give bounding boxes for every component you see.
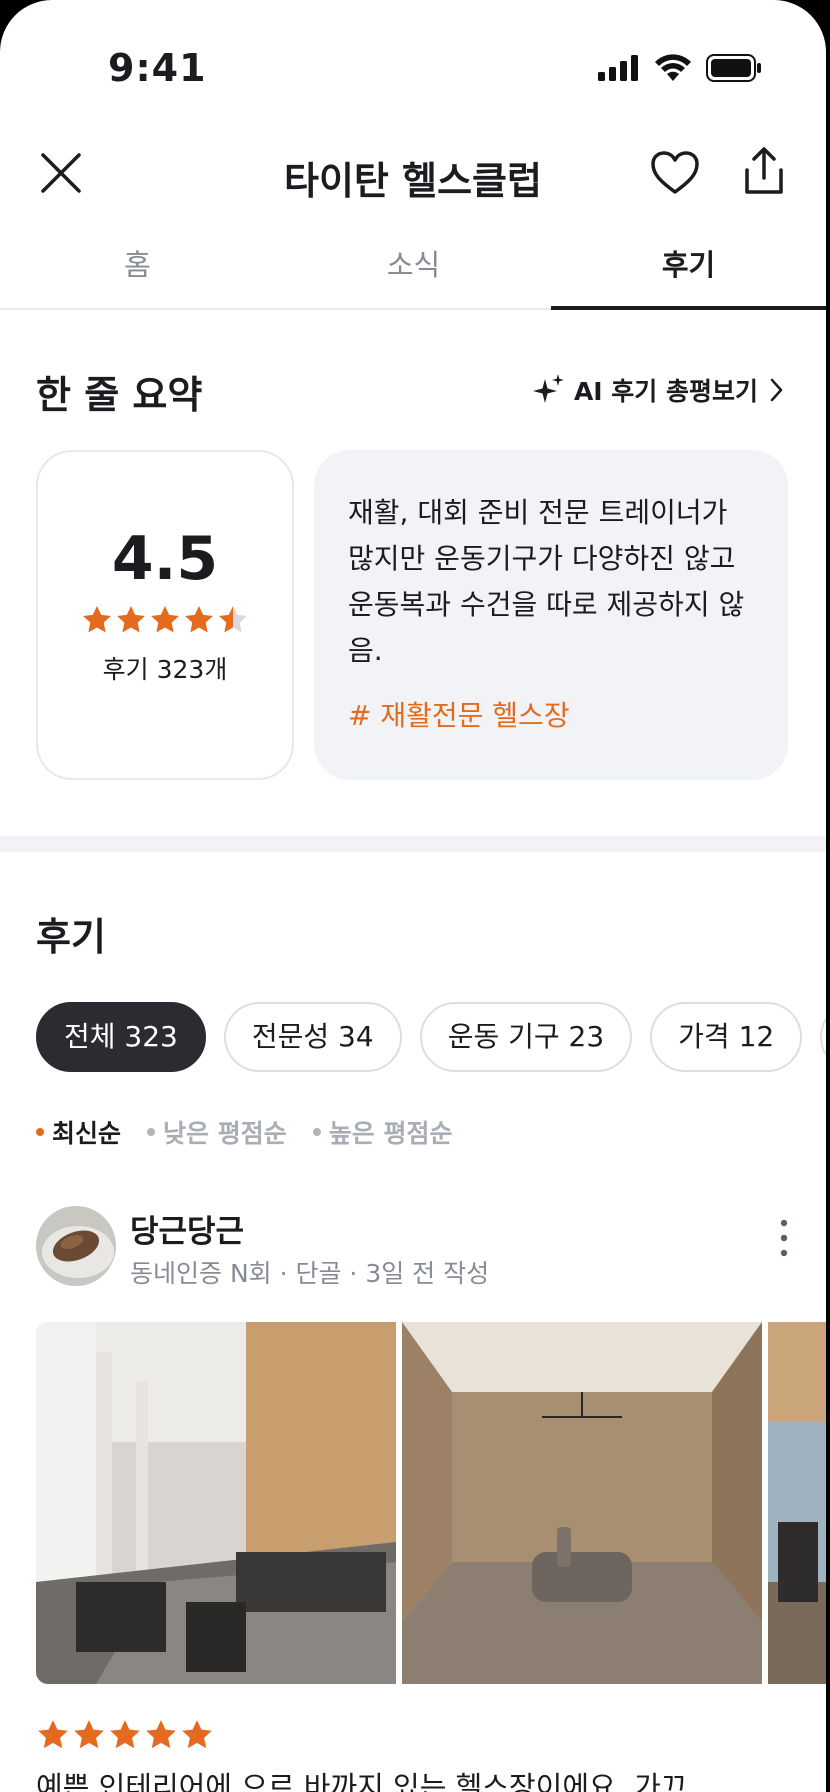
- star-icon: [185, 606, 213, 633]
- review-author[interactable]: 당근당근: [130, 1206, 244, 1251]
- dot-icon: [36, 1128, 44, 1136]
- avatar[interactable]: [36, 1206, 116, 1286]
- dot-icon: [147, 1128, 156, 1136]
- review-photo-locker-room[interactable]: [402, 1322, 762, 1684]
- sort-latest-label: 최신순: [52, 1119, 122, 1148]
- status-icons: [598, 54, 762, 82]
- chip-all[interactable]: 전체 323: [36, 1002, 206, 1072]
- review-meta: 동네인증 N회 · 단골 · 3일 전 작성: [130, 1259, 490, 1288]
- share-icon[interactable]: [742, 146, 786, 196]
- review-photo-gym-floor[interactable]: [36, 1322, 396, 1684]
- summary-title: 한 줄 요약: [36, 373, 203, 417]
- star-icon: [74, 1720, 104, 1749]
- star-icon: [83, 606, 111, 633]
- sort-high-rating-label: 높은 평점순: [328, 1119, 453, 1148]
- rating-card: 4.5 후기 323개: [36, 450, 294, 780]
- battery-icon: [706, 54, 761, 82]
- star-icon: [151, 606, 179, 633]
- rating-stars: [38, 604, 292, 636]
- status-time: 9:41: [108, 46, 207, 90]
- ai-summary-link[interactable]: AI 후기 총평보기: [532, 372, 786, 408]
- chip-equipment[interactable]: 운동 기구 23: [419, 1002, 633, 1072]
- phone-screen: 9:41 타이탄 헬스클럽 홈 소식 후기 한 줄 요약 AI 후기 총평보기 …: [0, 0, 826, 1792]
- app-bar: 타이탄 헬스클럽: [0, 130, 826, 216]
- more-vertical-icon[interactable]: [778, 1218, 790, 1258]
- chevron-right-icon: [770, 378, 783, 402]
- section-divider: [0, 836, 826, 852]
- dot-icon: [312, 1128, 321, 1136]
- summary-text: 재활, 대회 준비 전문 트레이너가 많지만 운동기구가 다양하진 않고 운동복…: [348, 496, 745, 667]
- sort-options: 최신순 낮은 평점순 높은 평점순: [36, 1114, 452, 1150]
- filter-chips: 전체 323 전문성 34 운동 기구 23 가격 12 가: [36, 1002, 826, 1072]
- star-icon: [38, 1720, 68, 1749]
- star-icon: [182, 1720, 212, 1749]
- sort-high-rating[interactable]: 높은 평점순: [312, 1114, 453, 1150]
- sort-low-rating-label: 낮은 평점순: [163, 1119, 287, 1148]
- chip-price[interactable]: 가격 12: [650, 1002, 803, 1072]
- review-photos: [36, 1322, 826, 1684]
- star-icon: [110, 1720, 140, 1749]
- summary-tag[interactable]: # 재활전문 헬스장: [348, 694, 754, 734]
- summary-card: 재활, 대회 준비 전문 트레이너가 많지만 운동기구가 다양하진 않고 운동복…: [314, 450, 788, 780]
- star-icon: [146, 1720, 176, 1749]
- sort-low-rating[interactable]: 낮은 평점순: [147, 1114, 287, 1150]
- status-bar: 9:41: [0, 0, 826, 120]
- tab-bar: 홈 소식 후기: [0, 232, 826, 310]
- reviews-title: 후기: [36, 915, 106, 959]
- wifi-icon: [655, 54, 691, 81]
- review-photo-gym-window[interactable]: [768, 1322, 826, 1684]
- tab-news[interactable]: 소식: [276, 242, 551, 284]
- tab-reviews[interactable]: 후기: [551, 242, 826, 284]
- rating-score: 4.5: [111, 524, 219, 594]
- sort-latest[interactable]: 최신순: [36, 1114, 121, 1150]
- avatar-image: [36, 1206, 116, 1286]
- heart-icon[interactable]: [650, 150, 700, 196]
- tab-home[interactable]: 홈: [0, 242, 275, 284]
- page-title: 타이탄 헬스클럽: [284, 159, 542, 203]
- star-icon: [117, 606, 145, 633]
- chip-more[interactable]: 가: [820, 1002, 826, 1072]
- sparkle-icon: [532, 374, 564, 403]
- review-text: 예쁜 인테리어에 으르 바까지 있는 헬스장이에요. 가끄: [36, 1770, 688, 1792]
- ai-summary-link-label: AI 후기 총평보기: [573, 377, 758, 406]
- review-count: 후기 323개: [102, 655, 228, 684]
- chip-expertise[interactable]: 전문성 34: [223, 1002, 402, 1072]
- tab-active-indicator: [551, 306, 826, 310]
- signal-icon: [598, 55, 638, 81]
- review-rating-stars: [36, 1718, 214, 1752]
- star-icon: [219, 606, 247, 633]
